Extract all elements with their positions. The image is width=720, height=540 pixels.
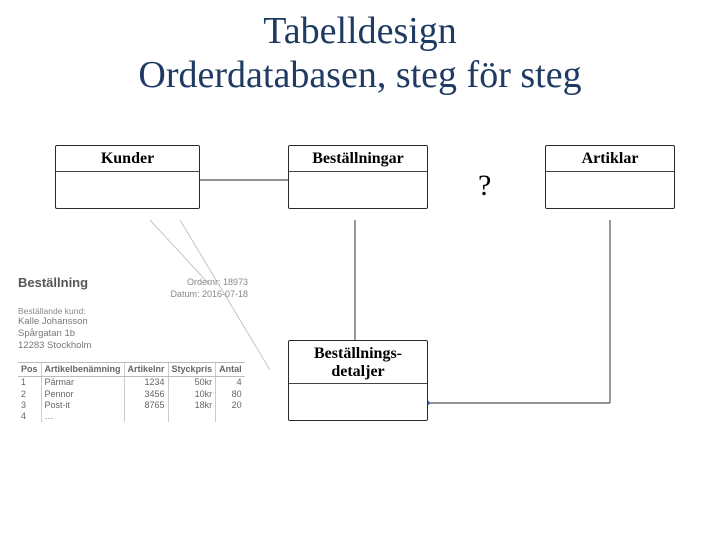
entity-bestallningar-title: Beställningar [289, 146, 427, 172]
table-row: 3 Post-it 8765 18kr 20 [18, 400, 245, 411]
entity-bestallningar: Beställningar [288, 145, 428, 209]
table-row: 2 Pennor 3456 10kr 80 [18, 389, 245, 400]
entity-kunder-title: Kunder [56, 146, 199, 172]
title-line-1: Tabelldesign [0, 10, 720, 54]
slide-title: Tabelldesign Orderdatabasen, steg för st… [0, 0, 720, 97]
table-header-row: Pos Artikelbenämning Artikelnr Styckpris… [18, 363, 245, 377]
diagram-canvas: Kunder Beställningar Artiklar Beställnin… [0, 125, 720, 540]
sample-address: Kalle Johansson Spårgatan 1b 12283 Stock… [18, 316, 248, 352]
sample-cust-city: 12283 Stockholm [18, 340, 248, 352]
col-antal: Antal [216, 363, 245, 377]
col-benamning: Artikelbenämning [41, 363, 124, 377]
sample-cust-street: Spårgatan 1b [18, 328, 248, 340]
entity-artiklar-title: Artiklar [546, 146, 674, 172]
question-mark: ? [478, 169, 491, 203]
title-line-2: Orderdatabasen, steg för steg [0, 54, 720, 98]
col-pos: Pos [18, 363, 41, 377]
sample-order-label: Ordernr: [187, 277, 223, 287]
entity-detaljer: Beställnings- detaljer [288, 340, 428, 421]
sample-date-value: 2016-07-18 [202, 289, 248, 299]
entity-artiklar: Artiklar [545, 145, 675, 209]
col-styckpris: Styckpris [168, 363, 216, 377]
sample-order-value: 18973 [223, 277, 248, 287]
sample-order-form: Beställning Ordernr: 18973 Datum: 2016-0… [18, 275, 248, 422]
col-artikelnr: Artikelnr [124, 363, 168, 377]
table-row: 1 Pärmar 1234 50kr 4 [18, 377, 245, 389]
sample-date-label: Datum: [170, 289, 202, 299]
sample-cust-name: Kalle Johansson [18, 316, 248, 328]
sample-table: Pos Artikelbenämning Artikelnr Styckpris… [18, 362, 245, 422]
table-row: 4 … [18, 411, 245, 422]
entity-kunder: Kunder [55, 145, 200, 209]
sample-cust-label: Beställande kund: [18, 306, 248, 317]
entity-detaljer-title: Beställnings- detaljer [289, 341, 427, 384]
